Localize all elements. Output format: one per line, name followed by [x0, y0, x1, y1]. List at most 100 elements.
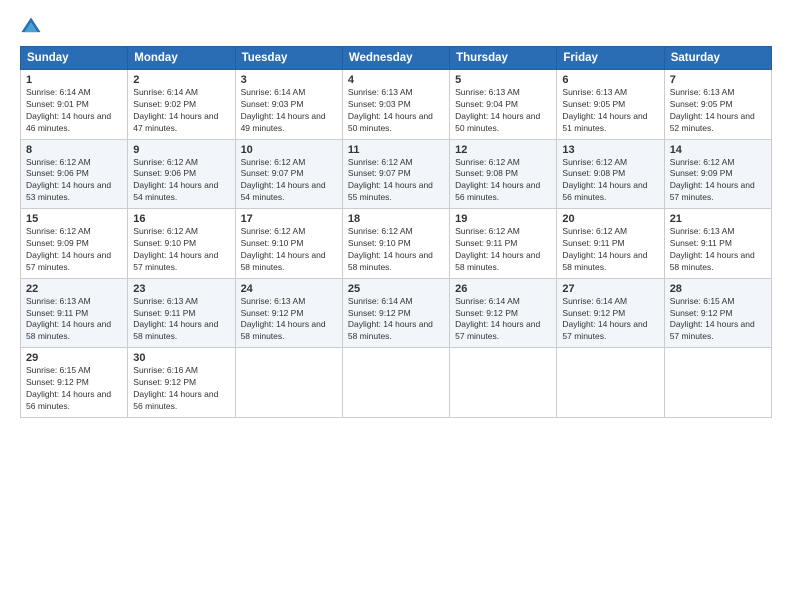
day-number: 17: [241, 213, 337, 225]
day-info: Sunrise: 6:13 AMSunset: 9:11 PMDaylight:…: [133, 296, 229, 344]
day-info: Sunrise: 6:14 AMSunset: 9:03 PMDaylight:…: [241, 87, 337, 135]
day-info: Sunrise: 6:13 AMSunset: 9:05 PMDaylight:…: [562, 87, 658, 135]
col-header-monday: Monday: [128, 47, 235, 70]
day-info: Sunrise: 6:12 AMSunset: 9:10 PMDaylight:…: [133, 226, 229, 274]
calendar-cell: 23 Sunrise: 6:13 AMSunset: 9:11 PMDaylig…: [128, 278, 235, 348]
day-info: Sunrise: 6:12 AMSunset: 9:07 PMDaylight:…: [241, 157, 337, 205]
calendar-cell: [235, 348, 342, 418]
day-number: 12: [455, 144, 551, 156]
day-info: Sunrise: 6:12 AMSunset: 9:06 PMDaylight:…: [26, 157, 122, 205]
day-info: Sunrise: 6:13 AMSunset: 9:05 PMDaylight:…: [670, 87, 766, 135]
calendar-week-row: 29 Sunrise: 6:15 AMSunset: 9:12 PMDaylig…: [21, 348, 772, 418]
calendar-cell: 28 Sunrise: 6:15 AMSunset: 9:12 PMDaylig…: [664, 278, 771, 348]
calendar-cell: 2 Sunrise: 6:14 AMSunset: 9:02 PMDayligh…: [128, 70, 235, 140]
calendar-cell: 10 Sunrise: 6:12 AMSunset: 9:07 PMDaylig…: [235, 139, 342, 209]
day-number: 19: [455, 213, 551, 225]
calendar-cell: 18 Sunrise: 6:12 AMSunset: 9:10 PMDaylig…: [342, 209, 449, 279]
day-info: Sunrise: 6:12 AMSunset: 9:10 PMDaylight:…: [241, 226, 337, 274]
day-number: 11: [348, 144, 444, 156]
day-info: Sunrise: 6:14 AMSunset: 9:12 PMDaylight:…: [348, 296, 444, 344]
calendar-week-row: 8 Sunrise: 6:12 AMSunset: 9:06 PMDayligh…: [21, 139, 772, 209]
logo: [20, 16, 46, 38]
day-number: 9: [133, 144, 229, 156]
day-info: Sunrise: 6:14 AMSunset: 9:12 PMDaylight:…: [562, 296, 658, 344]
day-info: Sunrise: 6:12 AMSunset: 9:10 PMDaylight:…: [348, 226, 444, 274]
calendar-cell: 15 Sunrise: 6:12 AMSunset: 9:09 PMDaylig…: [21, 209, 128, 279]
day-info: Sunrise: 6:12 AMSunset: 9:07 PMDaylight:…: [348, 157, 444, 205]
calendar-week-row: 15 Sunrise: 6:12 AMSunset: 9:09 PMDaylig…: [21, 209, 772, 279]
col-header-saturday: Saturday: [664, 47, 771, 70]
calendar-cell: 27 Sunrise: 6:14 AMSunset: 9:12 PMDaylig…: [557, 278, 664, 348]
day-number: 4: [348, 74, 444, 86]
calendar-cell: 6 Sunrise: 6:13 AMSunset: 9:05 PMDayligh…: [557, 70, 664, 140]
day-number: 30: [133, 352, 229, 364]
calendar-cell: 3 Sunrise: 6:14 AMSunset: 9:03 PMDayligh…: [235, 70, 342, 140]
day-number: 23: [133, 283, 229, 295]
day-info: Sunrise: 6:12 AMSunset: 9:08 PMDaylight:…: [562, 157, 658, 205]
day-number: 25: [348, 283, 444, 295]
calendar-cell: 1 Sunrise: 6:14 AMSunset: 9:01 PMDayligh…: [21, 70, 128, 140]
day-number: 1: [26, 74, 122, 86]
day-info: Sunrise: 6:13 AMSunset: 9:11 PMDaylight:…: [26, 296, 122, 344]
calendar-cell: 9 Sunrise: 6:12 AMSunset: 9:06 PMDayligh…: [128, 139, 235, 209]
day-info: Sunrise: 6:15 AMSunset: 9:12 PMDaylight:…: [26, 365, 122, 413]
calendar-cell: 26 Sunrise: 6:14 AMSunset: 9:12 PMDaylig…: [450, 278, 557, 348]
day-info: Sunrise: 6:14 AMSunset: 9:02 PMDaylight:…: [133, 87, 229, 135]
calendar-cell: 19 Sunrise: 6:12 AMSunset: 9:11 PMDaylig…: [450, 209, 557, 279]
calendar-cell: 12 Sunrise: 6:12 AMSunset: 9:08 PMDaylig…: [450, 139, 557, 209]
day-info: Sunrise: 6:13 AMSunset: 9:04 PMDaylight:…: [455, 87, 551, 135]
calendar-cell: [342, 348, 449, 418]
col-header-friday: Friday: [557, 47, 664, 70]
day-info: Sunrise: 6:14 AMSunset: 9:01 PMDaylight:…: [26, 87, 122, 135]
calendar-cell: [664, 348, 771, 418]
header: [20, 16, 772, 38]
day-number: 21: [670, 213, 766, 225]
calendar-cell: 24 Sunrise: 6:13 AMSunset: 9:12 PMDaylig…: [235, 278, 342, 348]
calendar-week-row: 1 Sunrise: 6:14 AMSunset: 9:01 PMDayligh…: [21, 70, 772, 140]
col-header-tuesday: Tuesday: [235, 47, 342, 70]
page: SundayMondayTuesdayWednesdayThursdayFrid…: [0, 0, 792, 612]
calendar-cell: 7 Sunrise: 6:13 AMSunset: 9:05 PMDayligh…: [664, 70, 771, 140]
day-info: Sunrise: 6:12 AMSunset: 9:06 PMDaylight:…: [133, 157, 229, 205]
day-info: Sunrise: 6:16 AMSunset: 9:12 PMDaylight:…: [133, 365, 229, 413]
calendar-cell: 5 Sunrise: 6:13 AMSunset: 9:04 PMDayligh…: [450, 70, 557, 140]
calendar-cell: [450, 348, 557, 418]
day-number: 16: [133, 213, 229, 225]
calendar-cell: 30 Sunrise: 6:16 AMSunset: 9:12 PMDaylig…: [128, 348, 235, 418]
day-number: 26: [455, 283, 551, 295]
calendar-cell: 11 Sunrise: 6:12 AMSunset: 9:07 PMDaylig…: [342, 139, 449, 209]
day-info: Sunrise: 6:12 AMSunset: 9:09 PMDaylight:…: [26, 226, 122, 274]
calendar-cell: 22 Sunrise: 6:13 AMSunset: 9:11 PMDaylig…: [21, 278, 128, 348]
day-info: Sunrise: 6:12 AMSunset: 9:08 PMDaylight:…: [455, 157, 551, 205]
day-number: 14: [670, 144, 766, 156]
day-info: Sunrise: 6:12 AMSunset: 9:11 PMDaylight:…: [455, 226, 551, 274]
col-header-wednesday: Wednesday: [342, 47, 449, 70]
col-header-sunday: Sunday: [21, 47, 128, 70]
day-info: Sunrise: 6:13 AMSunset: 9:12 PMDaylight:…: [241, 296, 337, 344]
calendar-header-row: SundayMondayTuesdayWednesdayThursdayFrid…: [21, 47, 772, 70]
day-number: 28: [670, 283, 766, 295]
calendar-cell: 16 Sunrise: 6:12 AMSunset: 9:10 PMDaylig…: [128, 209, 235, 279]
day-number: 20: [562, 213, 658, 225]
day-number: 22: [26, 283, 122, 295]
day-number: 15: [26, 213, 122, 225]
day-number: 5: [455, 74, 551, 86]
day-info: Sunrise: 6:13 AMSunset: 9:03 PMDaylight:…: [348, 87, 444, 135]
day-info: Sunrise: 6:15 AMSunset: 9:12 PMDaylight:…: [670, 296, 766, 344]
day-number: 10: [241, 144, 337, 156]
day-number: 27: [562, 283, 658, 295]
day-number: 8: [26, 144, 122, 156]
day-number: 24: [241, 283, 337, 295]
day-info: Sunrise: 6:12 AMSunset: 9:09 PMDaylight:…: [670, 157, 766, 205]
calendar-cell: 14 Sunrise: 6:12 AMSunset: 9:09 PMDaylig…: [664, 139, 771, 209]
calendar-cell: 29 Sunrise: 6:15 AMSunset: 9:12 PMDaylig…: [21, 348, 128, 418]
day-number: 2: [133, 74, 229, 86]
day-number: 29: [26, 352, 122, 364]
day-number: 6: [562, 74, 658, 86]
calendar-cell: 25 Sunrise: 6:14 AMSunset: 9:12 PMDaylig…: [342, 278, 449, 348]
day-number: 3: [241, 74, 337, 86]
calendar-table: SundayMondayTuesdayWednesdayThursdayFrid…: [20, 46, 772, 418]
calendar-cell: 4 Sunrise: 6:13 AMSunset: 9:03 PMDayligh…: [342, 70, 449, 140]
calendar-cell: 8 Sunrise: 6:12 AMSunset: 9:06 PMDayligh…: [21, 139, 128, 209]
calendar-cell: 13 Sunrise: 6:12 AMSunset: 9:08 PMDaylig…: [557, 139, 664, 209]
